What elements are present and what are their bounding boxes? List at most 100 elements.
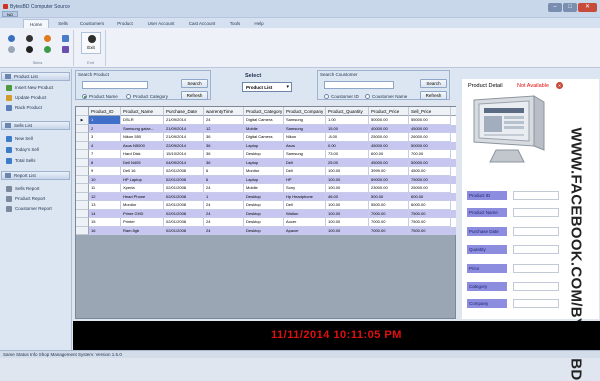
table-row[interactable]: 12 Head Phone 02/01/2008 1 Desktop Hp Headpho…: [76, 192, 456, 201]
table-cell[interactable]: 36: [204, 150, 244, 159]
table-cell[interactable]: 23000.00: [369, 184, 409, 193]
table-cell[interactable]: 75000.00: [409, 175, 451, 184]
table-cell[interactable]: Ram 8gb: [121, 226, 164, 235]
search-product-button[interactable]: Search: [181, 79, 208, 88]
table-cell[interactable]: Samsung galax...: [121, 124, 164, 133]
table-cell[interactable]: 22/09/2014: [164, 141, 204, 150]
table-cell[interactable]: 600.00: [409, 192, 451, 201]
rack-product-link[interactable]: Rack Product: [6, 104, 42, 112]
search-customer-button[interactable]: Search: [420, 79, 447, 88]
detail-value-field[interactable]: [513, 264, 559, 273]
row-header[interactable]: [76, 167, 89, 176]
table-cell[interactable]: 69000.00: [369, 175, 409, 184]
table-cell[interactable]: 100.00: [326, 201, 369, 210]
table-cell[interactable]: 5500.00: [369, 201, 409, 210]
table-cell[interactable]: 7500.00: [409, 226, 451, 235]
table-cell[interactable]: 7500.00: [409, 218, 451, 227]
table-cell[interactable]: 6: [204, 175, 244, 184]
table-cell[interactable]: Xperia: [121, 184, 164, 193]
product-table[interactable]: Product_ID Product_Name Purchase_Date warre…: [75, 106, 456, 319]
column-header[interactable]: Product_ID: [89, 107, 121, 116]
table-cell[interactable]: 21/09/2014: [164, 133, 204, 142]
sells-report-link[interactable]: Sells Report: [6, 185, 40, 193]
detail-value-field[interactable]: [513, 208, 559, 217]
table-cell[interactable]: 13: [89, 201, 121, 210]
table-row[interactable]: 16 Ram 8gb 02/01/2008 24 Desktop Apacer 100.00…: [76, 226, 456, 235]
table-cell[interactable]: 02/01/2008: [164, 192, 204, 201]
table-cell[interactable]: 02/01/2008: [164, 167, 204, 176]
table-cell[interactable]: DSLR: [121, 116, 164, 125]
row-header[interactable]: [76, 175, 89, 184]
table-cell[interactable]: Laptop: [244, 175, 284, 184]
row-header[interactable]: [76, 192, 89, 201]
table-cell[interactable]: 0.00: [326, 141, 369, 150]
tab-coustomers[interactable]: Coustomers: [76, 19, 108, 28]
table-cell[interactable]: 24: [204, 116, 244, 125]
table-cell[interactable]: 02/01/2008: [164, 175, 204, 184]
table-cell[interactable]: Desktop: [244, 218, 284, 227]
todays-sell-link[interactable]: Today's Sell: [6, 146, 39, 154]
table-cell[interactable]: Desktop: [244, 226, 284, 235]
row-header[interactable]: ▶: [76, 116, 89, 125]
table-cell[interactable]: 15/10/2014: [164, 150, 204, 159]
search-customer-input[interactable]: [324, 81, 394, 89]
table-cell[interactable]: Laptop: [244, 158, 284, 167]
tab-help[interactable]: Help: [249, 19, 269, 28]
table-cell[interactable]: Desktop: [244, 201, 284, 210]
table-cell[interactable]: 24: [204, 184, 244, 193]
table-cell[interactable]: 15.00: [326, 124, 369, 133]
table-cell[interactable]: Monitor: [244, 167, 284, 176]
table-cell[interactable]: Head Phone: [121, 192, 164, 201]
table-row[interactable]: ▶ 1 DSLR 21/09/2014 24 Digital Camera Samsung 1…: [76, 116, 456, 125]
column-header[interactable]: Product_Company: [284, 107, 326, 116]
table-cell[interactable]: Digital Camera: [244, 116, 284, 125]
table-cell[interactable]: Dell 16: [121, 167, 164, 176]
detail-value-field[interactable]: [513, 191, 559, 200]
table-cell[interactable]: 02/01/2008: [164, 201, 204, 210]
tab-sells[interactable]: Sells: [52, 19, 74, 28]
table-cell[interactable]: 10: [89, 175, 121, 184]
table-cell[interactable]: 24: [204, 218, 244, 227]
table-cell[interactable]: Hp Headphone: [284, 192, 326, 201]
section-product-list[interactable]: Product List: [1, 72, 70, 81]
skin-blue-icon[interactable]: [8, 35, 15, 42]
table-cell[interactable]: 02/01/2008: [164, 226, 204, 235]
row-header[interactable]: [76, 124, 89, 133]
skin-black-icon[interactable]: [26, 46, 33, 53]
table-cell[interactable]: Mobile: [244, 124, 284, 133]
table-row[interactable]: 7 Hard Disk 15/10/2014 36 Desktop Samsung 73.0…: [76, 150, 456, 159]
table-cell[interactable]: 36: [204, 158, 244, 167]
table-cell[interactable]: Asus: [284, 141, 326, 150]
customer-id-radio[interactable]: [324, 94, 329, 99]
skin-purple-icon[interactable]: [62, 46, 69, 53]
tab-tools[interactable]: Tools: [224, 19, 246, 28]
table-cell[interactable]: 15: [89, 218, 121, 227]
table-cell[interactable]: 8: [89, 158, 121, 167]
table-cell[interactable]: Asus N5000: [121, 141, 164, 150]
refresh-product-button[interactable]: Refresh: [181, 91, 208, 100]
table-row[interactable]: 11 Xperia 02/01/2008 24 Mobile Sony 100.00 2300…: [76, 184, 456, 193]
table-cell[interactable]: 50000.00: [409, 141, 451, 150]
table-row[interactable]: 3 Nikon 550 21/09/2014 36 Digital Camera Niko…: [76, 133, 456, 142]
table-cell[interactable]: 11: [89, 184, 121, 193]
table-cell[interactable]: 55000.00: [409, 116, 451, 125]
table-cell[interactable]: 1: [204, 192, 244, 201]
section-sells-list[interactable]: Sells List: [1, 121, 70, 130]
table-cell[interactable]: 24: [204, 201, 244, 210]
table-cell[interactable]: Nikon: [284, 133, 326, 142]
quick-access-toolbar[interactable]: NO: [2, 11, 18, 17]
table-cell[interactable]: Digital Camera: [244, 133, 284, 142]
table-cell[interactable]: 100.00: [326, 226, 369, 235]
table-cell[interactable]: Hard Disk: [121, 150, 164, 159]
table-cell[interactable]: 24: [204, 209, 244, 218]
table-cell[interactable]: 700.00: [409, 150, 451, 159]
table-cell[interactable]: 500.00: [369, 192, 409, 201]
new-sell-link[interactable]: New Sell: [6, 135, 33, 143]
table-cell[interactable]: Laptop: [244, 141, 284, 150]
detail-value-field[interactable]: [513, 245, 559, 254]
update-product-link[interactable]: Update Product: [6, 94, 46, 102]
insert-new-product-link[interactable]: Insert New Product: [6, 84, 53, 92]
table-cell[interactable]: 73.00: [326, 150, 369, 159]
table-cell[interactable]: 46.00: [326, 192, 369, 201]
table-cell[interactable]: 4: [89, 141, 121, 150]
